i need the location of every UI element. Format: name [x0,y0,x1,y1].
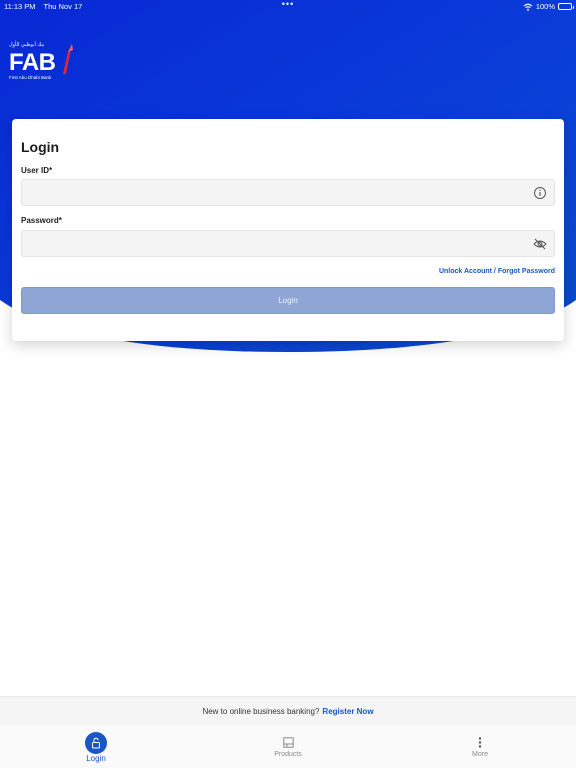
password-label: Password* [21,216,62,225]
user-id-input[interactable] [22,180,554,205]
more-vertical-icon [478,737,482,748]
info-icon[interactable] [533,186,547,200]
products-icon [282,737,294,748]
login-card: Login User ID* Password* Unlock Account … [12,119,564,341]
tab-products-label: Products [274,751,302,758]
register-bar: New to online business banking? Register… [0,696,576,726]
tab-more-label: More [472,751,488,758]
tab-more[interactable]: More [440,726,520,768]
logo-arabic-text: بنك أبوظبي الأول [9,42,45,48]
logo-letters: FAB [9,49,56,76]
login-button[interactable]: Login [21,287,555,314]
eye-off-icon[interactable] [533,237,547,251]
multitasking-dots-icon[interactable]: ••• [282,0,294,9]
password-field-container [21,230,555,257]
user-id-field-container [21,179,555,206]
register-now-link[interactable]: Register Now [322,707,373,716]
wifi-icon [523,3,533,11]
status-time: 11:13 PM [4,1,36,11]
unlock-icon [85,732,107,754]
status-date: Thu Nov 17 [43,1,83,11]
user-id-label: User ID* [21,166,53,175]
tab-login-label: Login [86,754,106,763]
battery-percent: 100% [535,2,555,11]
tab-products[interactable]: Products [248,726,328,768]
logo-swoosh-icon [63,44,73,74]
battery-icon [558,3,574,10]
tab-login[interactable]: Login [56,726,136,768]
login-title: Login [21,139,60,155]
status-right: 100% [523,2,574,11]
tab-bar: Login Products More [0,726,576,768]
status-bar: 11:13 PM Thu Nov 17 ••• 100% [0,0,576,12]
fab-logo: بنك أبوظبي الأول FAB First Abu Dhabi Ban… [9,42,73,82]
password-input[interactable] [22,231,554,256]
logo-subtitle: First Abu Dhabi Bank [9,75,52,80]
forgot-password-link[interactable]: Unlock Account / Forgot Password [439,268,555,275]
register-prompt: New to online business banking? [202,707,320,716]
